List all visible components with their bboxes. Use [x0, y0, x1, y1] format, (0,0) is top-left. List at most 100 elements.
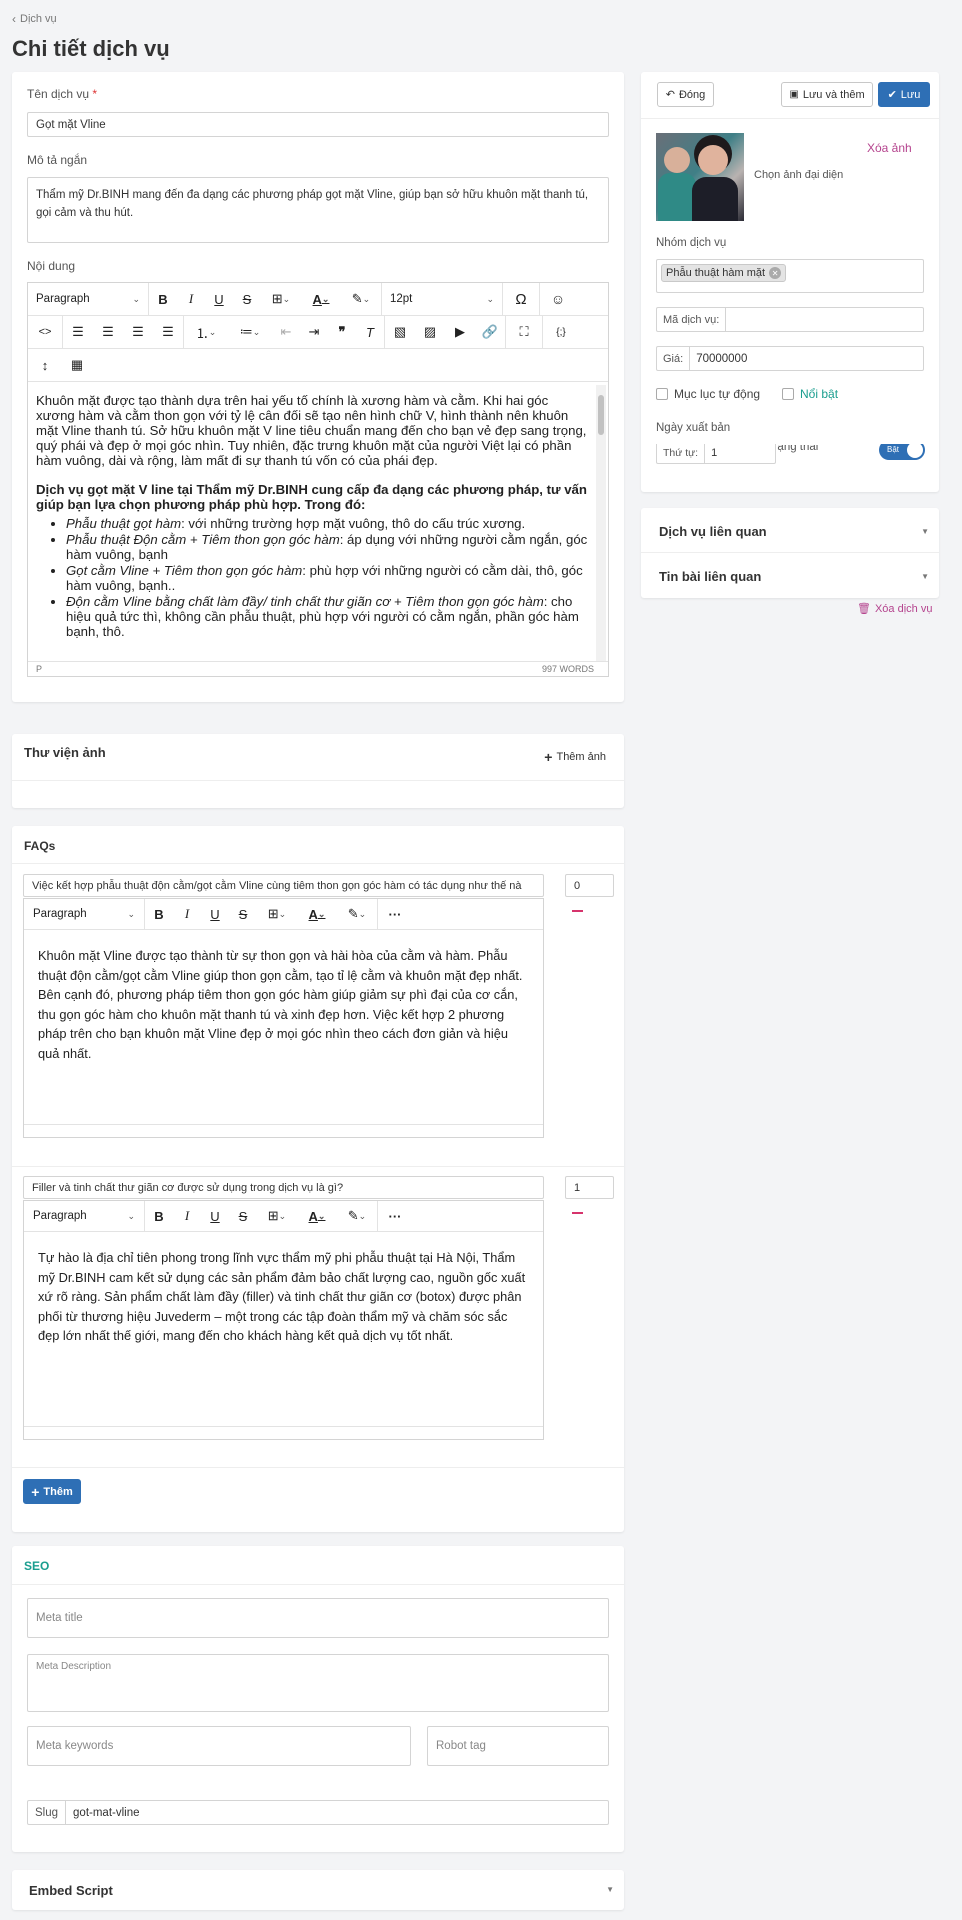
content-label: Nội dung — [27, 259, 76, 273]
align-right-icon[interactable]: ☰ — [123, 316, 153, 348]
faq-question-input[interactable]: Việc kết hợp phẫu thuật độn cằm/gọt cằm … — [23, 874, 544, 897]
paragraph-select[interactable]: Paragraph ⌄ — [24, 1201, 144, 1231]
editor-scrollbar[interactable] — [596, 385, 606, 661]
paragraph-select[interactable]: Paragraph ⌄ — [24, 899, 144, 929]
status-toggle[interactable]: Bật — [879, 444, 925, 460]
meta-description-textarea[interactable]: Meta Description — [27, 1654, 609, 1712]
italic-icon[interactable]: I — [173, 1201, 201, 1231]
align-justify-icon[interactable]: ☰ — [153, 316, 183, 348]
related-services-accordion[interactable]: Dịch vụ liên quan ▼ — [641, 508, 939, 553]
gallery-icon[interactable]: ▧ — [385, 316, 415, 348]
underline-icon[interactable]: U — [201, 1201, 229, 1231]
strikethrough-icon[interactable]: S — [233, 283, 261, 315]
service-code-field[interactable]: Mã dịch vụ: — [656, 307, 924, 332]
featured-checkbox[interactable]: Nổi bật — [782, 387, 838, 401]
faq-question-input[interactable]: Filler và tinh chất thư giãn cơ được sử … — [23, 1176, 544, 1199]
meta-title-input[interactable]: Meta title — [27, 1598, 609, 1638]
image-icon[interactable]: ▨ — [415, 316, 445, 348]
table-icon[interactable]: ⊞ ⌄ — [257, 1201, 297, 1231]
service-group-select[interactable]: Phẫu thuật hàm mặt ✕ — [656, 259, 924, 293]
text-color-icon[interactable]: A ⌄ — [297, 899, 337, 929]
faq-order-input[interactable]: 0 — [565, 874, 614, 897]
chevron-left-icon: ‹ — [12, 12, 16, 26]
clear-format-icon[interactable]: T — [356, 316, 384, 348]
italic-icon[interactable]: I — [173, 899, 201, 929]
bold-icon[interactable]: B — [145, 899, 173, 929]
save-and-add-button[interactable]: ▣ Lưu và thêm — [781, 82, 873, 107]
remove-faq-button[interactable] — [572, 1212, 583, 1214]
text-color-icon[interactable]: A ⌄ — [301, 283, 341, 315]
faq-answer-content[interactable]: Khuôn mặt Vline được tạo thành từ sự tho… — [38, 946, 528, 1063]
slug-value: got-mat-vline — [73, 1806, 140, 1819]
source-code-icon[interactable]: <> — [28, 316, 62, 348]
plus-icon: + — [31, 1483, 40, 1500]
font-size-select[interactable]: 12pt ⌄ — [382, 283, 502, 315]
breadcrumb-link[interactable]: Dịch vụ — [20, 13, 57, 25]
delete-image-link[interactable]: Xóa ảnh — [867, 141, 912, 155]
more-icon[interactable]: ··· — [378, 899, 412, 929]
indent-icon[interactable]: ⇥ — [300, 316, 328, 348]
order-label: Thứ tự: — [657, 444, 706, 463]
bold-icon[interactable]: B — [145, 1201, 173, 1231]
slug-field[interactable]: Slug got-mat-vline — [27, 1800, 609, 1825]
special-char-icon[interactable]: Ω — [503, 283, 539, 315]
robot-tag-input[interactable]: Robot tag — [427, 1726, 609, 1766]
code-sample-icon[interactable]: {;} — [543, 316, 579, 348]
close-button[interactable]: ↶ Đóng — [657, 82, 714, 107]
highlight-icon[interactable]: ✎ ⌄ — [341, 283, 381, 315]
avatar[interactable] — [656, 133, 744, 221]
floppy-icon: ▣ — [789, 89, 799, 100]
highlight-icon[interactable]: ✎ ⌄ — [337, 1201, 377, 1231]
order-field[interactable]: Thứ tự: 1 — [656, 444, 776, 464]
text-color-icon[interactable]: A ⌄ — [297, 1201, 337, 1231]
table-icon[interactable]: ⊞ ⌄ — [261, 283, 301, 315]
editor-content-area[interactable]: Khuôn mặt được tạo thành dựa trên hai yế… — [28, 383, 610, 663]
qr-code-icon[interactable]: ▦ — [62, 349, 92, 381]
short-desc-label: Mô tả ngắn — [27, 153, 88, 167]
highlight-icon[interactable]: ✎ ⌄ — [337, 899, 377, 929]
paragraph-select[interactable]: Paragraph ⌄ — [28, 283, 148, 315]
fullscreen-icon[interactable]: ⛶ — [506, 316, 542, 348]
add-faq-button[interactable]: + Thêm — [23, 1479, 81, 1504]
delete-service-link[interactable]: 🗑 Xóa dịch vụ — [857, 602, 932, 616]
emoji-icon[interactable]: ☺ — [540, 283, 576, 315]
content-list-item: Gọt cằm Vline + Tiêm thon gọn góc hàm: p… — [66, 563, 588, 593]
numbered-list-icon[interactable]: ⒈ ⌄ — [184, 316, 228, 348]
blockquote-icon[interactable]: ❞ — [328, 316, 356, 348]
table-icon[interactable]: ⊞ ⌄ — [257, 899, 297, 929]
underline-icon[interactable]: U — [201, 899, 229, 929]
embed-script-title: Embed Script — [29, 1883, 113, 1898]
outdent-icon[interactable]: ⇤ — [272, 316, 300, 348]
breadcrumb[interactable]: ‹ Dịch vụ — [12, 12, 57, 26]
name-label: Tên dịch vụ * — [27, 87, 98, 101]
short-desc-textarea[interactable]: Thẩm mỹ Dr.BINH mang đến đa dạng các phư… — [27, 177, 609, 243]
remove-faq-button[interactable] — [572, 910, 583, 912]
service-name-input[interactable]: Gọt mặt Vline — [27, 112, 609, 137]
remove-tag-icon[interactable]: ✕ — [769, 267, 782, 279]
align-left-icon[interactable]: ☰ — [63, 316, 93, 348]
caret-down-icon: ▼ — [921, 572, 929, 581]
choose-avatar-link[interactable]: Chọn ảnh đại diện — [754, 169, 843, 181]
add-image-button[interactable]: + Thêm ảnh — [544, 749, 606, 765]
save-button[interactable]: ✔ Lưu — [878, 82, 930, 107]
related-posts-accordion[interactable]: Tin bài liên quan ▼ — [641, 553, 939, 598]
line-height-icon[interactable]: ↕ — [28, 349, 62, 381]
embed-script-card[interactable]: Embed Script ▼ — [12, 1870, 624, 1910]
toc-checkbox[interactable]: Mục lục tự động — [656, 387, 760, 401]
italic-icon[interactable]: I — [177, 283, 205, 315]
strikethrough-icon[interactable]: S — [229, 899, 257, 929]
media-icon[interactable]: ▶ — [445, 316, 475, 348]
link-icon[interactable]: 🔗 — [475, 316, 505, 348]
faq-answer-content[interactable]: Tự hào là địa chỉ tiên phong trong lĩnh … — [38, 1248, 528, 1346]
more-icon[interactable]: ··· — [378, 1201, 412, 1231]
underline-icon[interactable]: U — [205, 283, 233, 315]
chevron-down-icon: ⌄ — [132, 293, 140, 304]
bullet-list-icon[interactable]: ≔ ⌄ — [228, 316, 272, 348]
bold-icon[interactable]: B — [149, 283, 177, 315]
align-center-icon[interactable]: ☰ — [93, 316, 123, 348]
meta-keywords-input[interactable]: Meta keywords — [27, 1726, 411, 1766]
strikethrough-icon[interactable]: S — [229, 1201, 257, 1231]
faq-order-input[interactable]: 1 — [565, 1176, 614, 1199]
editor-toolbar-row-3: ↕ ▦ — [28, 349, 608, 382]
price-field[interactable]: Giá: 70000000 — [656, 346, 924, 371]
